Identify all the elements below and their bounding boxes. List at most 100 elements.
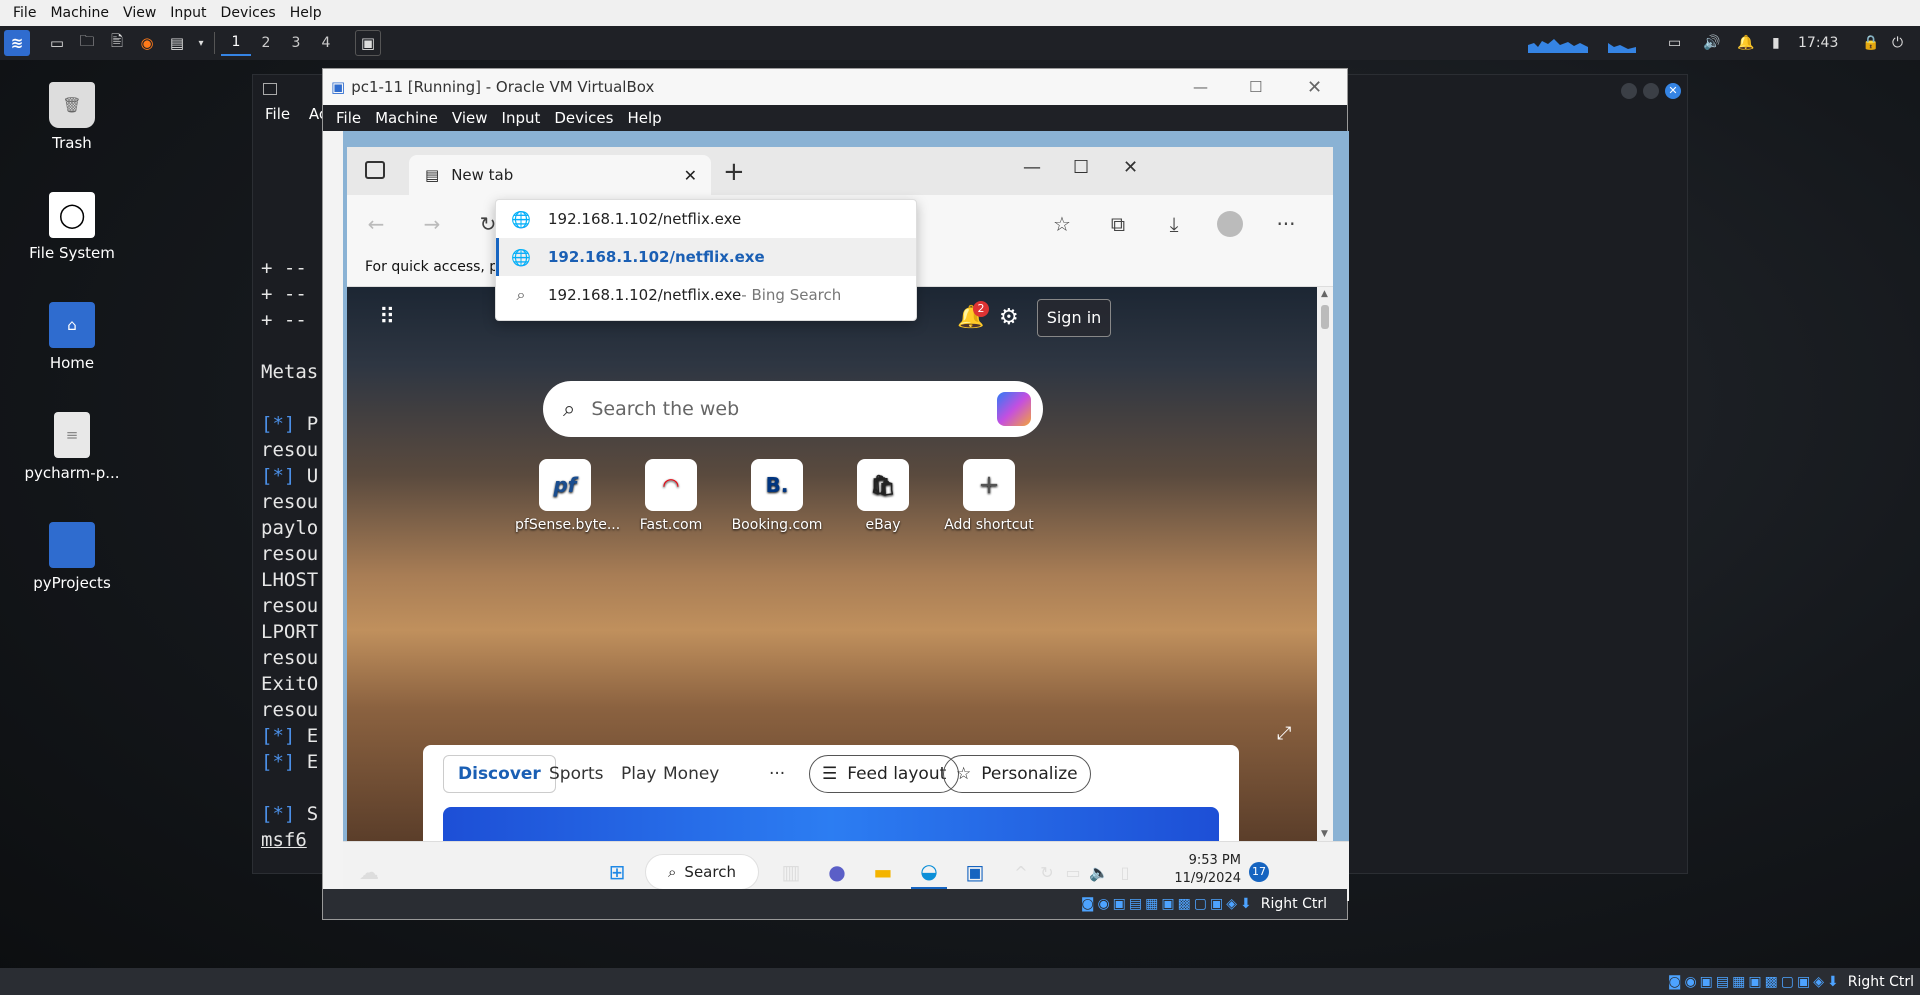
host-menu-file[interactable]: File — [6, 5, 43, 21]
desktop-icon-label: pyProjects — [33, 574, 111, 592]
tab-close-icon[interactable]: ✕ — [684, 166, 697, 185]
shortcut-booking[interactable]: B. Booking.com — [727, 459, 827, 533]
vbox-menu-help[interactable]: Help — [620, 109, 668, 127]
show-desktop-icon[interactable]: ▭ — [44, 30, 70, 56]
shortcut-add[interactable]: + Add shortcut — [939, 459, 1039, 533]
taskbar-window-icon[interactable]: ▣ — [355, 30, 381, 56]
volume-icon[interactable]: 🔊 — [1703, 26, 1720, 60]
file-manager-icon[interactable]: 🗀 — [74, 30, 100, 56]
host-menu-help[interactable]: Help — [283, 5, 329, 21]
personalize-button[interactable]: ☆ Personalize — [943, 755, 1091, 793]
scroll-up-icon[interactable]: ▲ — [1321, 289, 1328, 299]
new-tab-page[interactable]: ⠿ 🔔 2 ⚙ Sign in ⌕ Search the web pf pfSe… — [347, 287, 1317, 841]
forward-icon[interactable]: → — [417, 209, 447, 239]
edge-close-button[interactable]: ✕ — [1123, 157, 1138, 178]
scroll-down-icon[interactable]: ▼ — [1321, 829, 1328, 839]
page-scrollbar[interactable]: ▲ ▼ — [1317, 287, 1333, 841]
vbox-close-button[interactable]: ✕ — [1307, 77, 1322, 98]
workspace-4[interactable]: 4 — [311, 30, 341, 56]
notification-bell-icon[interactable]: 🔔 — [1737, 26, 1754, 60]
edge-maximize-button[interactable]: ☐ — [1073, 157, 1089, 178]
vbox-menu-machine[interactable]: Machine — [368, 109, 445, 127]
battery-icon[interactable]: ▯ — [1107, 854, 1143, 890]
edge-minimize-button[interactable]: — — [1023, 157, 1041, 178]
windows-start-icon[interactable]: ⊞ — [599, 854, 635, 890]
desktop-icon-trash[interactable]: 🗑 Trash — [12, 82, 132, 152]
back-icon[interactable]: ← — [361, 209, 391, 239]
kali-menu-icon[interactable]: ≋ — [4, 30, 30, 56]
taskbar-clock[interactable]: 9:53 PM 11/9/2024 — [1163, 852, 1241, 888]
window-list-icon[interactable]: ▭ — [1668, 26, 1681, 60]
scroll-thumb[interactable] — [1321, 305, 1329, 329]
downloads-icon[interactable]: ⤓ — [1159, 209, 1189, 239]
desktop-icon-home[interactable]: ⌂ Home — [12, 302, 132, 372]
firefox-icon[interactable]: ◉ — [134, 30, 160, 56]
host-menu-devices[interactable]: Devices — [214, 5, 283, 21]
shortcut-ebay[interactable]: 🛍 eBay — [833, 459, 933, 533]
collections-icon[interactable]: ⧉ — [1103, 209, 1133, 239]
page-settings-icon[interactable]: ⚙ — [999, 305, 1019, 330]
address-input[interactable]: 🌐 192.168.1.102/netflix.exe — [496, 200, 916, 238]
workspace-3[interactable]: 3 — [281, 30, 311, 56]
store-icon[interactable]: ▣ — [957, 854, 993, 890]
vbox-menu-devices[interactable]: Devices — [547, 109, 620, 127]
clock[interactable]: 17:43 — [1798, 26, 1838, 60]
feed-card-image[interactable] — [443, 807, 1219, 841]
taskbar-search-button[interactable]: ⌕ Search — [645, 854, 759, 890]
desktop-icon-filesystem[interactable]: ◯ File System — [12, 192, 132, 262]
workspace-2[interactable]: 2 — [251, 30, 281, 56]
shortcut-pfsense[interactable]: pf pfSense.byte... — [515, 459, 621, 533]
suggestion-search[interactable]: ⌕ 192.168.1.102/netflix.exe - Bing Searc… — [496, 276, 916, 314]
terminal-close-button[interactable]: ✕ — [1665, 83, 1681, 99]
new-tab-button[interactable]: + — [723, 157, 745, 187]
apps-grid-icon[interactable]: ⠿ — [379, 305, 395, 330]
vbox-menu-view[interactable]: View — [445, 109, 495, 127]
suggestion-url[interactable]: 🌐 192.168.1.102/netflix.exe — [496, 238, 916, 276]
feed-tab-sports[interactable]: Sports — [549, 755, 604, 793]
shortcut-fast[interactable]: ◠ Fast.com — [621, 459, 721, 533]
launcher-dropdown-icon[interactable]: ▾ — [194, 30, 208, 56]
feed-more-icon[interactable]: ··· — [769, 755, 785, 793]
favorites-icon[interactable]: ☆ — [1047, 209, 1077, 239]
tab-actions-icon[interactable] — [365, 161, 385, 179]
power-icon[interactable]: ⏻ — [1892, 26, 1903, 60]
terminal-menu-file[interactable]: File — [265, 105, 290, 123]
host-menu-machine[interactable]: Machine — [43, 5, 116, 21]
text-editor-icon[interactable]: 🖹 — [104, 30, 130, 56]
web-search-box[interactable]: ⌕ Search the web — [543, 381, 1043, 437]
vbox-minimize-button[interactable]: — — [1193, 78, 1208, 96]
workspace-1[interactable]: 1 — [221, 30, 251, 56]
task-view-icon[interactable]: ▥ — [773, 854, 809, 890]
feed-tab-play[interactable]: Play — [621, 755, 656, 793]
vbox-maximize-button[interactable]: ☐ — [1249, 78, 1262, 96]
terminal-maximize-button[interactable] — [1643, 83, 1659, 99]
vbox-menu-input[interactable]: Input — [495, 109, 548, 127]
edge-browser-window[interactable]: ▤ New tab ✕ + — ☐ ✕ ← → ↻ ☆ ⧉ ⤓ ··· For … — [347, 147, 1333, 841]
widgets-weather-icon[interactable]: ☁ — [351, 854, 387, 890]
desktop-icon-pyprojects[interactable]: pyProjects — [12, 522, 132, 592]
profile-avatar-icon[interactable] — [1215, 209, 1245, 239]
desktop-icon-pycharm[interactable]: ≡ pycharm-p... — [12, 412, 132, 482]
virtualbox-window[interactable]: ▣ pc1-11 [Running] - Oracle VM VirtualBo… — [322, 68, 1349, 920]
edge-taskbar-icon[interactable]: ◒ — [911, 854, 947, 890]
vbox-menu-file[interactable]: File — [329, 109, 368, 127]
teams-chat-icon[interactable]: ● — [819, 854, 855, 890]
terminal-minimize-button[interactable] — [1621, 83, 1637, 99]
address-bar-dropdown[interactable]: 🌐 192.168.1.102/netflix.exe 🌐 192.168.1.… — [495, 199, 917, 321]
copilot-icon[interactable] — [997, 392, 1031, 426]
notification-badge[interactable]: 17 — [1249, 862, 1269, 882]
host-menu-view[interactable]: View — [116, 5, 163, 21]
settings-more-icon[interactable]: ··· — [1271, 209, 1301, 239]
feed-layout-button[interactable]: ☰ Feed layout — [809, 755, 960, 793]
tab-new-tab[interactable]: ▤ New tab ✕ — [409, 155, 711, 195]
terminal-icon[interactable]: ▤ — [164, 30, 190, 56]
lock-icon[interactable]: 🔒 — [1862, 26, 1879, 60]
shortcut-label: pfSense.byte... — [515, 517, 621, 533]
feed-tab-discover[interactable]: Discover — [443, 755, 556, 793]
file-explorer-icon[interactable]: ▬ — [865, 854, 901, 890]
expand-icon[interactable]: ⤢ — [1277, 723, 1291, 744]
sign-in-button[interactable]: Sign in — [1037, 299, 1111, 337]
feed-tab-money[interactable]: Money — [663, 755, 719, 793]
host-menu-input[interactable]: Input — [163, 5, 213, 21]
vm-screen[interactable]: ▤ New tab ✕ + — ☐ ✕ ← → ↻ ☆ ⧉ ⤓ ··· For … — [343, 131, 1349, 901]
